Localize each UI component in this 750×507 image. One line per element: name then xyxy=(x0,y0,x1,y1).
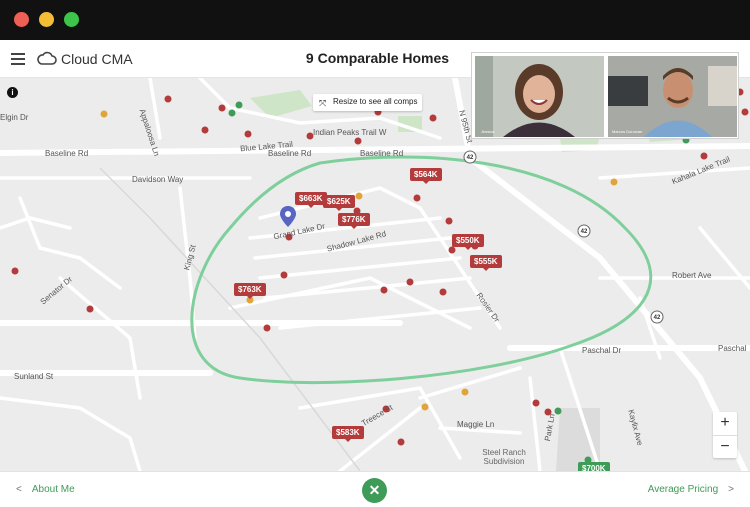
resize-map-button[interactable]: ⤧ Resize to see all comps xyxy=(313,94,423,111)
participant-video: Jessica xyxy=(475,56,604,137)
video-call-panel[interactable]: Jessica Marcus Donovan xyxy=(471,52,739,139)
subject-property-pin xyxy=(280,206,296,227)
video-tile-agent: Jessica xyxy=(475,56,604,137)
street-label: Sunland St xyxy=(14,372,54,381)
price-marker[interactable]: $700K xyxy=(578,462,610,471)
video-caption: Marcus Donovan xyxy=(612,129,642,134)
price-marker[interactable]: $550K xyxy=(452,234,484,250)
zoom-out-button[interactable]: − xyxy=(713,435,737,458)
participant-video: Marcus Donovan xyxy=(608,56,737,137)
previous-page-link[interactable]: < About Me xyxy=(16,484,75,495)
price-marker[interactable]: $763K xyxy=(234,283,266,299)
video-tile-client: Marcus Donovan xyxy=(608,56,737,137)
chevron-left-icon: < xyxy=(16,484,22,495)
highway-shield: 42 xyxy=(467,155,474,161)
street-label: Paschal Dr xyxy=(582,346,622,355)
expand-icon: ⤧ xyxy=(319,98,327,108)
street-label: Baseline Rd xyxy=(45,149,89,158)
chevron-right-icon: > xyxy=(728,484,734,495)
brand-name: Cloud CMA xyxy=(61,51,133,67)
street-label: Baseline Rd xyxy=(268,149,312,158)
price-marker[interactable]: $625K xyxy=(323,195,355,211)
cloud-icon xyxy=(37,51,57,65)
street-label: Robert Ave xyxy=(672,271,712,280)
highway-shield: 42 xyxy=(654,315,661,321)
window-maximize-button[interactable] xyxy=(64,12,79,27)
video-caption: Jessica xyxy=(481,129,495,134)
presentation-footer: < About Me ✕ Average Pricing > xyxy=(0,471,750,507)
close-button[interactable]: ✕ xyxy=(362,478,387,503)
street-label: Baseline Rd xyxy=(360,149,404,158)
window-close-button[interactable] xyxy=(14,12,29,27)
resize-map-label: Resize to see all comps xyxy=(333,97,418,106)
price-marker[interactable]: $663K xyxy=(295,192,327,208)
price-marker[interactable]: $555K xyxy=(470,255,502,271)
price-marker[interactable]: $776K xyxy=(338,213,370,229)
street-label: Maggie Ln xyxy=(457,420,495,429)
next-page-link[interactable]: Average Pricing > xyxy=(648,484,734,495)
previous-page-label: About Me xyxy=(31,484,75,495)
price-marker[interactable]: $583K xyxy=(332,426,364,442)
street-label: Steel Ranch Subdivision xyxy=(482,448,526,466)
zoom-controls: + − xyxy=(713,412,737,458)
price-marker[interactable]: $564K xyxy=(410,168,442,184)
street-label: Elgin Dr xyxy=(0,113,29,122)
street-label: Davidson Way xyxy=(132,175,184,184)
page-title: 9 Comparable Homes xyxy=(305,50,450,66)
zoom-in-button[interactable]: + xyxy=(713,412,737,435)
window-titlebar xyxy=(0,0,750,40)
street-label: Indian Peaks Trail W xyxy=(313,128,387,137)
next-page-label: Average Pricing xyxy=(647,484,719,495)
hamburger-icon[interactable] xyxy=(11,53,25,65)
close-icon: ✕ xyxy=(368,482,381,498)
highway-shield: 42 xyxy=(581,229,588,235)
window-minimize-button[interactable] xyxy=(39,12,54,27)
info-icon[interactable]: i xyxy=(7,87,18,98)
street-label: Paschal xyxy=(718,344,747,353)
